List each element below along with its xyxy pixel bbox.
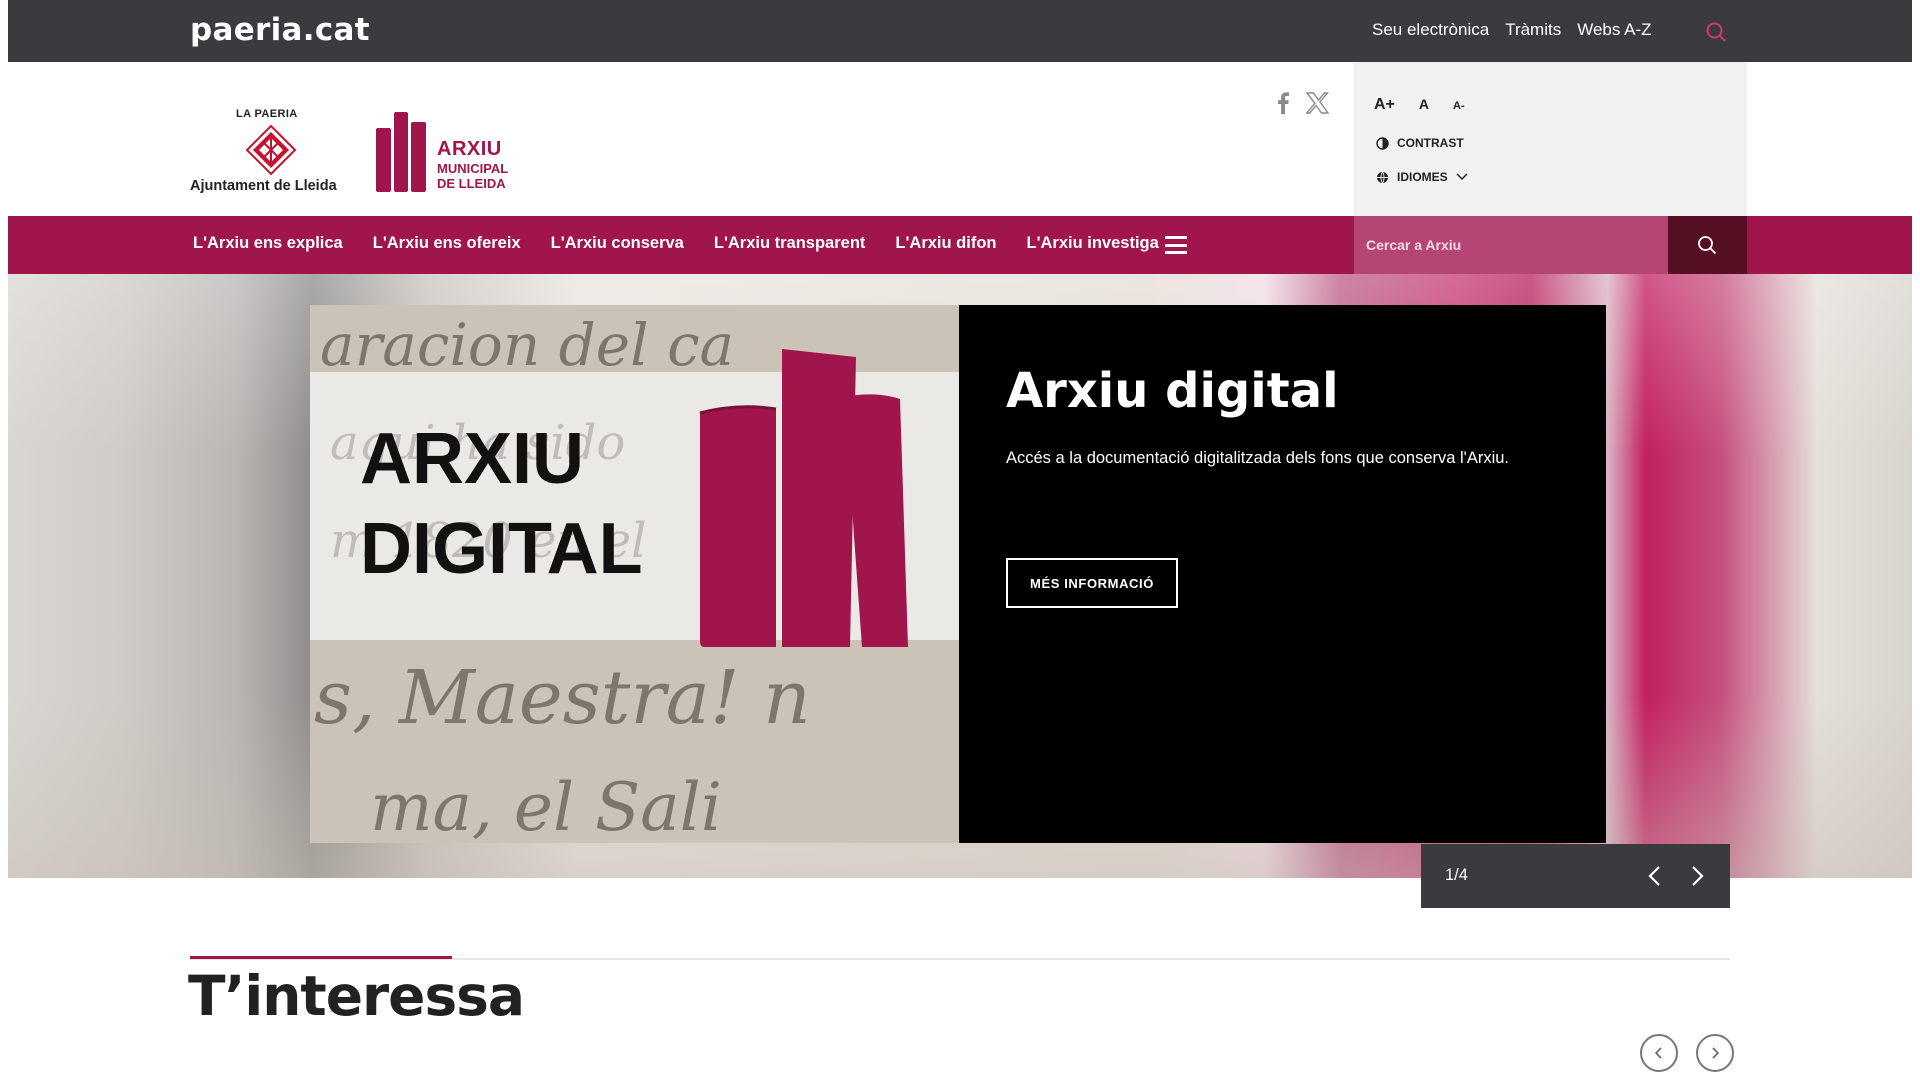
site-search-box xyxy=(1354,216,1668,274)
slide-image-text-line1: ARXIU xyxy=(360,419,585,499)
languages-dropdown[interactable]: IDIOMES xyxy=(1376,170,1468,184)
chevron-left-icon[interactable] xyxy=(1641,862,1669,890)
handwriting-decoration: aracion del ca xyxy=(320,311,735,379)
section-prev-button[interactable] xyxy=(1640,1034,1678,1072)
nav-item-difon[interactable]: L'Arxiu difon xyxy=(895,234,996,253)
hamburger-menu-icon[interactable] xyxy=(1165,236,1187,254)
font-normal-button[interactable]: A xyxy=(1419,96,1429,112)
search-icon xyxy=(1698,236,1717,255)
contrast-toggle[interactable]: CONTRAST xyxy=(1376,136,1464,150)
section-title: T’interessa xyxy=(188,964,525,1028)
page-frame: paeria.cat Seu electrònica Tràmits Webs … xyxy=(8,0,1912,1080)
globe-icon xyxy=(1377,171,1388,183)
site-name-link[interactable]: paeria.cat xyxy=(190,12,370,48)
paeria-logo-top-text: LA PAERIA xyxy=(236,108,298,120)
chevron-left-icon xyxy=(1654,1047,1662,1059)
nav-items: L'Arxiu ens explica L'Arxiu ens ofereix … xyxy=(193,234,1159,253)
slide-image-text-line2: DIGITAL xyxy=(360,509,643,589)
nav-item-transparent[interactable]: L'Arxiu transparent xyxy=(714,234,866,253)
font-increase-button[interactable]: A+ xyxy=(1374,96,1395,114)
link-webs-az[interactable]: Webs A-Z xyxy=(1577,20,1651,40)
top-bar: paeria.cat Seu electrònica Tràmits Webs … xyxy=(8,0,1912,62)
top-links: Seu electrònica Tràmits Webs A-Z xyxy=(1372,20,1652,40)
handwriting-decoration: s, Maestra! n xyxy=(314,655,811,741)
hero-carousel: aracion del ca aqui ha sido m 1820 en el… xyxy=(8,274,1912,878)
slide-title: Arxiu digital xyxy=(1006,363,1339,419)
paeria-logo[interactable]: LA PAERIA Ajuntament de Lleida xyxy=(190,108,350,208)
slide-caption-panel: Arxiu digital Accés a la documentació di… xyxy=(959,305,1606,843)
slide-counter: 1/4 xyxy=(1445,866,1468,884)
search-submit-button[interactable] xyxy=(1668,216,1747,274)
contrast-icon xyxy=(1376,136,1389,150)
nav-item-conserva[interactable]: L'Arxiu conserva xyxy=(551,234,684,253)
carousel-pager: 1/4 xyxy=(1421,844,1730,908)
arxiu-logo-sub1: MUNICIPAL xyxy=(437,161,509,176)
link-seu-electronica[interactable]: Seu electrònica xyxy=(1372,20,1489,40)
accessibility-panel: A+ A A- CONTRAST IDIOMES xyxy=(1354,62,1747,216)
link-tramits[interactable]: Tràmits xyxy=(1505,20,1561,40)
chevron-right-icon[interactable] xyxy=(1683,862,1711,890)
paeria-shield-icon xyxy=(245,124,297,176)
social-links xyxy=(1276,92,1330,114)
facebook-icon[interactable] xyxy=(1276,92,1290,114)
nav-item-ens-ofereix[interactable]: L'Arxiu ens ofereix xyxy=(373,234,521,253)
section-accent-bar xyxy=(190,956,452,959)
search-icon[interactable] xyxy=(1704,20,1728,44)
arxiu-logo-title: ARXIU xyxy=(437,138,502,160)
x-icon[interactable] xyxy=(1306,92,1330,114)
search-input[interactable] xyxy=(1354,216,1668,274)
chevron-down-icon xyxy=(1456,173,1468,181)
languages-label: IDIOMES xyxy=(1397,170,1448,184)
arxiu-logo-sub2: DE LLEIDA xyxy=(437,176,506,191)
font-size-controls: A+ A A- xyxy=(1374,96,1465,114)
font-decrease-button[interactable]: A- xyxy=(1453,100,1465,112)
contrast-label: CONTRAST xyxy=(1397,136,1464,150)
slide-description: Accés a la documentació digitalitzada de… xyxy=(1006,449,1510,467)
chevron-right-icon xyxy=(1712,1047,1720,1059)
arxiu-logo[interactable]: ARXIU MUNICIPAL DE LLEIDA xyxy=(374,110,534,200)
nav-item-investiga[interactable]: L'Arxiu investiga xyxy=(1027,234,1159,253)
slide-image: aracion del ca aqui ha sido m 1820 en el… xyxy=(310,305,959,843)
paeria-logo-bottom-text: Ajuntament de Lleida xyxy=(190,178,337,194)
handwriting-decoration: ma, el Sali xyxy=(370,769,722,843)
books-icon xyxy=(699,349,908,647)
more-info-button[interactable]: MÉS INFORMACIÓ xyxy=(1006,558,1178,608)
header: LA PAERIA Ajuntament de Lleida ARXIU MUN… xyxy=(8,62,1912,216)
books-logo-icon xyxy=(376,112,426,192)
nav-item-ens-explica[interactable]: L'Arxiu ens explica xyxy=(193,234,343,253)
section-next-button[interactable] xyxy=(1696,1034,1734,1072)
